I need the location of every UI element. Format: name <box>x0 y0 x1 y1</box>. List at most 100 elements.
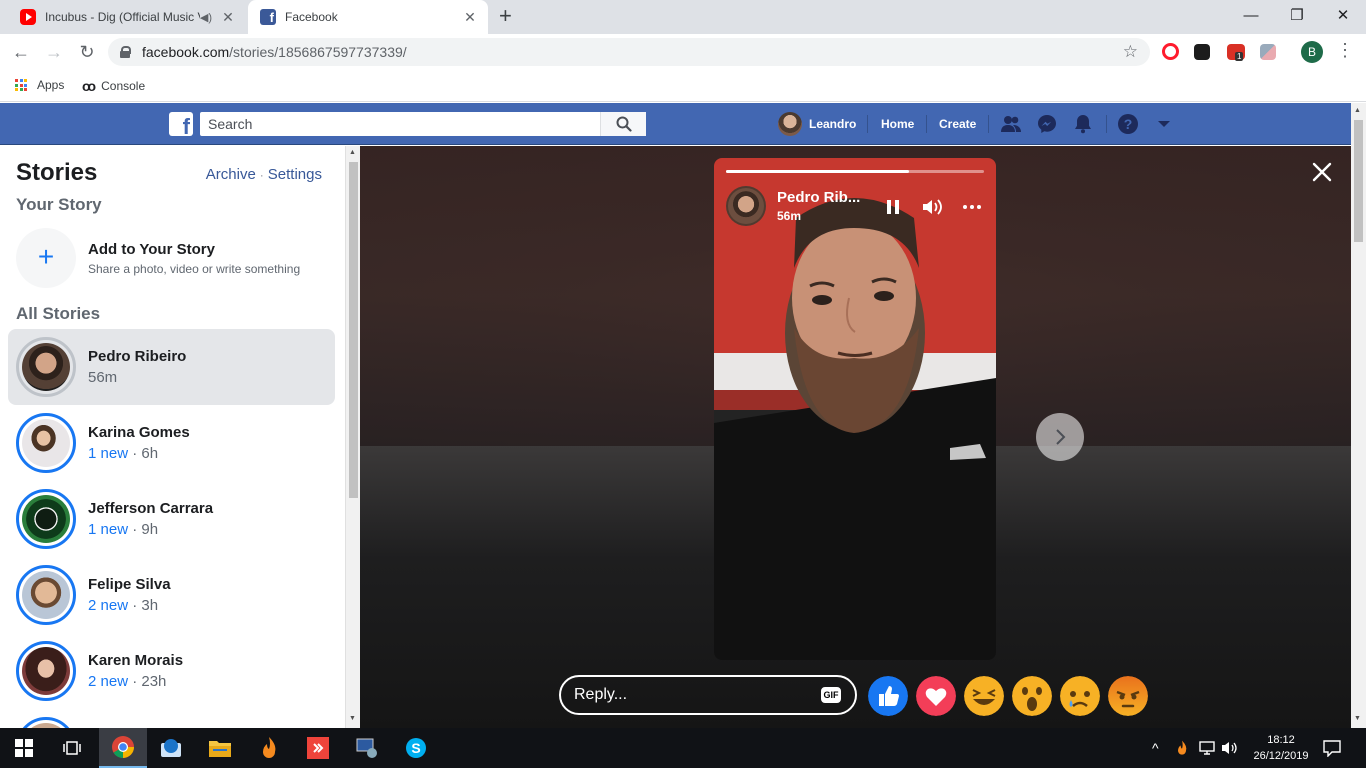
minimize-button[interactable]: — <box>1228 0 1274 30</box>
story-item-partial[interactable] <box>8 709 335 728</box>
meta-separator: · <box>128 445 142 462</box>
anydesk-icon <box>307 737 329 759</box>
new-count: 1 new <box>88 445 129 462</box>
sad-icon[interactable] <box>1060 676 1100 716</box>
reply-input[interactable]: Reply... GIF <box>559 675 857 715</box>
facebook-logo-icon[interactable]: f <box>169 112 193 136</box>
story-item-jefferson-carrara[interactable]: Jefferson Carrara 1 new · 9h <box>8 481 335 557</box>
pause-icon[interactable] <box>882 196 904 218</box>
extension-icon[interactable] <box>1194 44 1210 60</box>
messenger-icon[interactable] <box>1036 113 1058 135</box>
reload-button[interactable]: ↻ <box>75 40 99 64</box>
story-meta: 1 new · 9h <box>88 521 213 538</box>
reply-placeholder: Reply... <box>574 686 628 703</box>
restore-button[interactable]: ❐ <box>1274 0 1320 30</box>
close-tab-icon[interactable]: ✕ <box>220 9 236 26</box>
friend-requests-icon[interactable] <box>1000 113 1022 135</box>
volume-icon[interactable] <box>921 196 943 218</box>
scroll-down-icon[interactable]: ▼ <box>1354 715 1361 722</box>
new-tab-button[interactable]: + <box>499 5 512 27</box>
close-viewer-icon[interactable] <box>1310 160 1334 184</box>
story-author-avatar[interactable] <box>726 186 766 226</box>
close-window-button[interactable]: ✕ <box>1320 0 1366 30</box>
system-clock[interactable]: 18:12 26/12/2019 <box>1246 732 1316 764</box>
notifications-bell-icon[interactable] <box>1072 113 1094 135</box>
scrollbar-thumb[interactable] <box>1354 120 1363 242</box>
story-author-name[interactable]: Pedro Rib... <box>777 189 869 206</box>
forward-button[interactable]: → <box>42 40 66 64</box>
taskbar-outlook[interactable] <box>147 728 195 768</box>
create-link[interactable]: Create <box>939 103 976 145</box>
like-icon[interactable] <box>868 676 908 716</box>
avatar <box>22 419 70 467</box>
more-options-icon[interactable] <box>961 196 983 218</box>
archive-link[interactable]: Archive <box>206 166 256 183</box>
story-item-karen-morais[interactable]: Karen Morais 2 new · 23h <box>8 633 335 709</box>
next-story-button[interactable] <box>1036 413 1084 461</box>
taskbar-network-tool[interactable] <box>343 728 391 768</box>
page-scrollbar[interactable]: ▲ ▼ <box>1351 103 1366 728</box>
extension-badge: 1 <box>1235 52 1244 61</box>
show-hidden-icons-button[interactable]: ^ <box>1152 728 1159 768</box>
speaker-icon[interactable]: ◀) <box>200 11 212 24</box>
taskbar-skype[interactable]: S <box>392 728 440 768</box>
scrollbar-thumb[interactable] <box>349 162 358 498</box>
search-input[interactable] <box>200 112 600 136</box>
windows-taskbar: S ^ 18:12 26/12/2019 <box>0 728 1366 768</box>
scroll-down-icon[interactable]: ▼ <box>349 715 356 722</box>
sidebar-scrollbar[interactable]: ▲ ▼ <box>345 146 360 728</box>
opera-extension-icon[interactable] <box>1162 43 1179 60</box>
network-icon[interactable] <box>1198 728 1216 768</box>
scroll-up-icon[interactable]: ▲ <box>349 149 356 156</box>
add-to-story-button[interactable]: + Add to Your Story Share a photo, video… <box>16 228 300 288</box>
address-bar[interactable]: facebook.com/stories/1856867597737339/ ☆ <box>108 38 1150 66</box>
taskbar-app[interactable] <box>245 728 293 768</box>
new-count: 1 new <box>88 521 129 538</box>
windows-logo-icon <box>15 739 33 757</box>
chrome-menu-icon[interactable]: ⋮ <box>1336 40 1354 61</box>
angry-icon[interactable] <box>1108 676 1148 716</box>
start-button[interactable] <box>0 728 48 768</box>
extension-icon[interactable] <box>1260 44 1276 60</box>
search-button[interactable] <box>600 112 646 136</box>
taskbar-chrome[interactable] <box>99 728 147 768</box>
scroll-up-icon[interactable]: ▲ <box>1354 107 1361 114</box>
lock-icon[interactable] <box>120 46 131 58</box>
tab-youtube[interactable]: Incubus - Dig (Official Music Video) ◀) … <box>8 0 246 34</box>
help-icon[interactable]: ? <box>1117 113 1139 135</box>
haha-icon[interactable] <box>964 676 1004 716</box>
story-item-felipe-silva[interactable]: Felipe Silva 2 new · 3h <box>8 557 335 633</box>
user-name: Leandro <box>809 117 857 131</box>
close-tab-icon[interactable]: ✕ <box>462 9 478 26</box>
love-icon[interactable] <box>916 676 956 716</box>
wow-icon[interactable] <box>1012 676 1052 716</box>
search-box <box>200 112 646 136</box>
task-view-button[interactable] <box>48 728 96 768</box>
url-path: /stories/1856867597737339/ <box>229 44 407 60</box>
url-text[interactable]: facebook.com/stories/1856867597737339/ <box>142 44 1123 60</box>
tab-facebook[interactable]: f Facebook ✕ <box>248 0 488 34</box>
settings-link[interactable]: Settings <box>268 166 322 183</box>
story-meta: 2 new · 3h <box>88 597 171 614</box>
taskbar-anydesk[interactable] <box>294 728 342 768</box>
extension-icon[interactable]: 1 <box>1227 44 1245 61</box>
story-author: Felipe Silva <box>88 576 171 593</box>
account-menu-chevron-icon[interactable] <box>1153 113 1175 135</box>
bookmark-star-icon[interactable]: ☆ <box>1123 42 1138 62</box>
bookmark-apps[interactable]: Apps <box>15 78 64 92</box>
tray-flame-icon[interactable] <box>1175 728 1189 768</box>
action-center-button[interactable] <box>1322 728 1342 768</box>
gif-button[interactable]: GIF <box>821 687 841 703</box>
story-item-karina-gomes[interactable]: Karina Gomes 1 new · 6h <box>8 405 335 481</box>
user-avatar <box>778 112 802 136</box>
story-item-pedro-ribeiro[interactable]: Pedro Ribeiro 56m <box>8 329 335 405</box>
story-card[interactable]: Pedro Rib... 56m <box>714 158 996 660</box>
back-button[interactable]: ← <box>9 40 33 64</box>
volume-tray-icon[interactable] <box>1221 728 1239 768</box>
profile-avatar[interactable]: B <box>1301 41 1323 63</box>
bookmark-console[interactable]: oo Console <box>82 78 145 94</box>
story-time: 6h <box>141 445 159 462</box>
profile-link[interactable]: Leandro <box>778 103 856 145</box>
home-link[interactable]: Home <box>881 103 914 145</box>
taskbar-file-explorer[interactable] <box>196 728 244 768</box>
